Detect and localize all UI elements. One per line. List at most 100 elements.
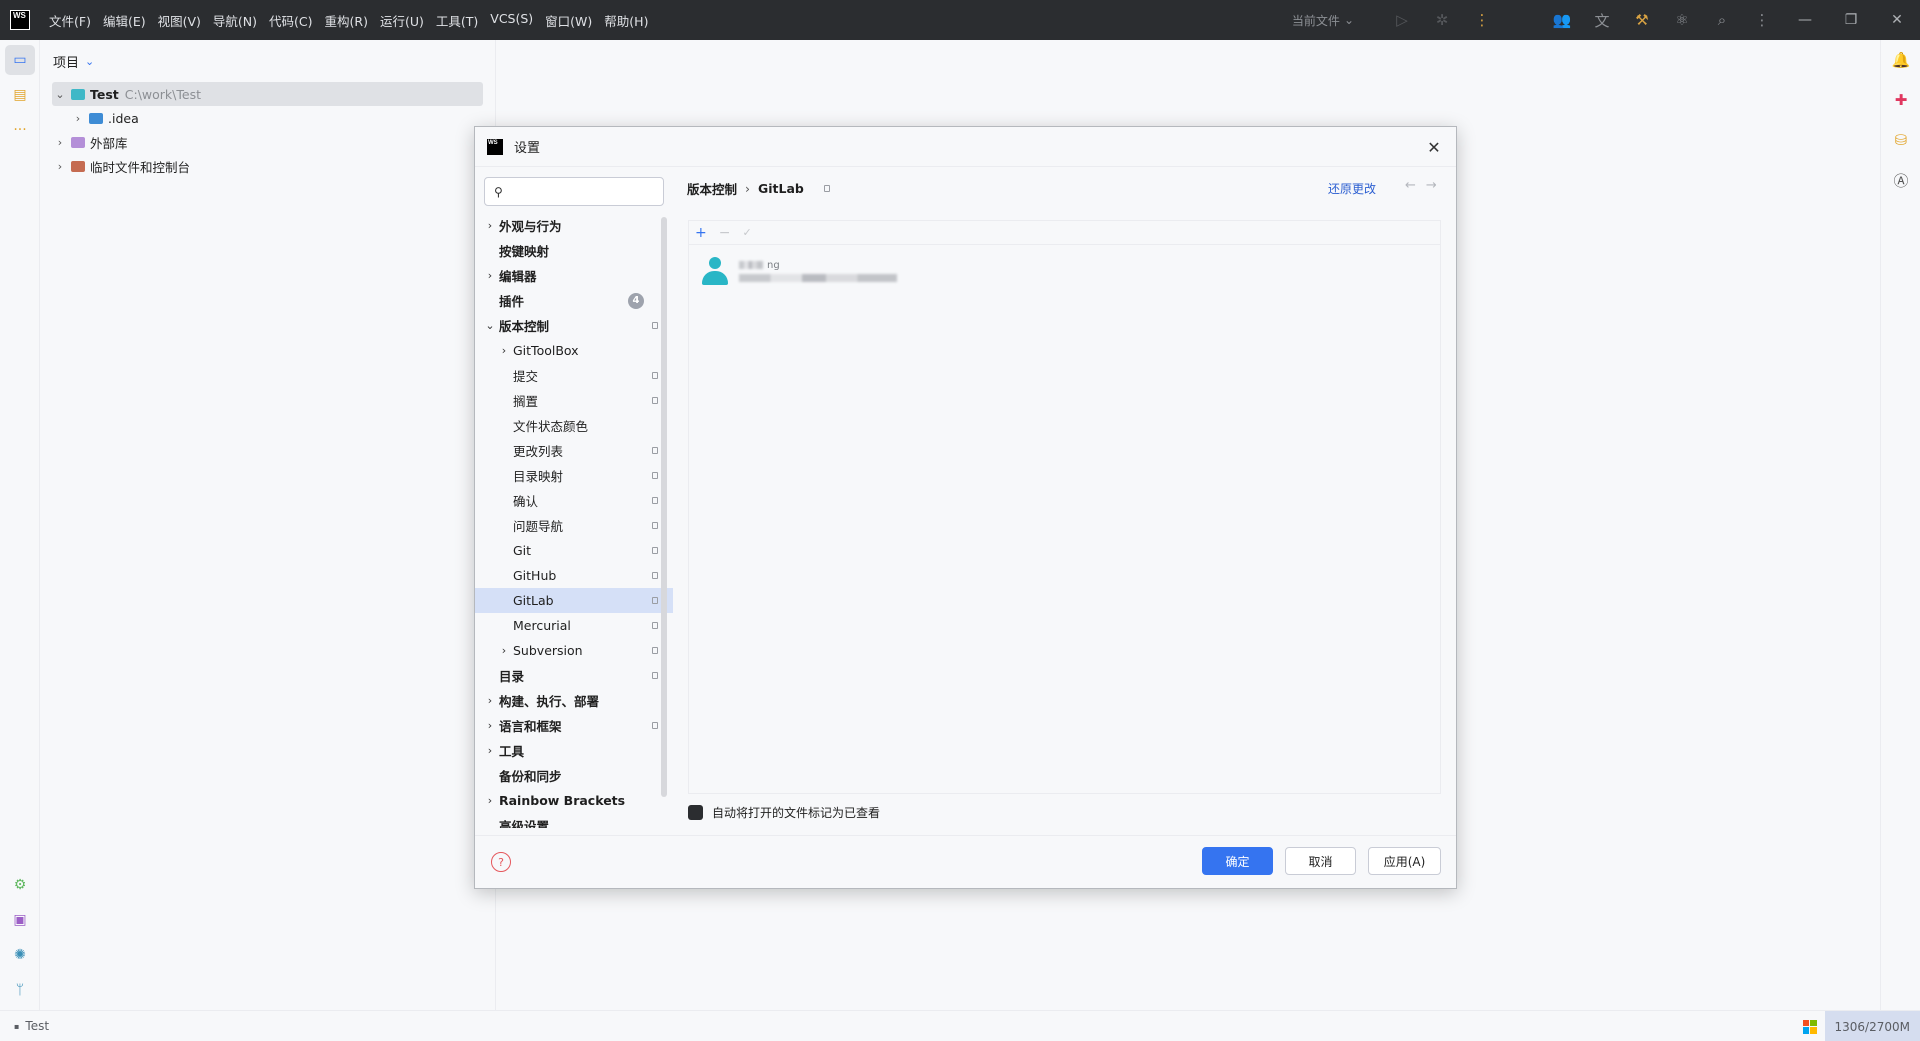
- chevron-right-icon[interactable]: ›: [495, 344, 513, 357]
- git-tool-button[interactable]: ᛘ: [5, 975, 35, 1005]
- ok-button[interactable]: 确定: [1202, 847, 1273, 875]
- reset-changes-link[interactable]: 还原更改: [1328, 180, 1376, 197]
- settings-nav-item[interactable]: 目录映射: [475, 463, 673, 488]
- close-icon[interactable]: ✕: [1874, 0, 1920, 40]
- settings-nav-item[interactable]: Mercurial: [475, 613, 673, 638]
- ai-chat-icon[interactable]: ✚: [1881, 80, 1920, 120]
- settings-nav-item[interactable]: 提交: [475, 363, 673, 388]
- settings-nav-item[interactable]: 问题导航: [475, 513, 673, 538]
- settings-nav-item[interactable]: › 构建、执行、部署: [475, 688, 673, 713]
- settings-nav-item[interactable]: 文件状态颜色: [475, 413, 673, 438]
- chevron-right-icon[interactable]: ›: [481, 694, 499, 707]
- close-icon[interactable]: ✕: [1420, 133, 1448, 161]
- database-icon[interactable]: ⛁: [1881, 120, 1920, 160]
- settings-nav-item[interactable]: 更改列表: [475, 438, 673, 463]
- restore-icon[interactable]: ❐: [1828, 0, 1874, 40]
- chevron-right-icon[interactable]: ›: [70, 112, 86, 125]
- nav-scrollbar[interactable]: [661, 217, 667, 797]
- debug-icon[interactable]: ✲: [1422, 0, 1462, 40]
- project-panel-header[interactable]: 项目 ⌄: [40, 40, 495, 82]
- auto-mark-checkbox[interactable]: [688, 805, 703, 820]
- menu-vcs[interactable]: VCS(S): [490, 11, 533, 30]
- auto-mark-viewed-option[interactable]: 自动将打开的文件标记为已查看: [688, 804, 880, 821]
- settings-nav-item[interactable]: › 语言和框架: [475, 713, 673, 738]
- search-icon[interactable]: ⌕: [1702, 0, 1742, 40]
- settings-nav-item[interactable]: › 外观与行为: [475, 213, 673, 238]
- settings-nav-item[interactable]: 目录: [475, 663, 673, 688]
- add-account-button[interactable]: +: [695, 225, 707, 241]
- build-tools-icon[interactable]: ⚒: [1622, 0, 1662, 40]
- settings-search-input[interactable]: ⚲: [484, 177, 664, 206]
- tree-item-scratches[interactable]: › 临时文件和控制台: [40, 154, 495, 178]
- remove-account-button[interactable]: −: [719, 225, 731, 241]
- terminal-tool-button[interactable]: ▣: [5, 905, 35, 935]
- menu-code[interactable]: 代码(C): [269, 11, 312, 30]
- chevron-right-icon[interactable]: ›: [481, 719, 499, 732]
- menu-help[interactable]: 帮助(H): [604, 11, 648, 30]
- settings-nav-item[interactable]: GitLab: [475, 588, 673, 613]
- settings-nav-item[interactable]: 高级设置: [475, 813, 673, 828]
- settings-nav-item[interactable]: ⌄ 版本控制: [475, 313, 673, 338]
- project-tool-button[interactable]: ▭: [5, 45, 35, 75]
- menu-refactor[interactable]: 重构(R): [325, 11, 368, 30]
- chevron-right-icon[interactable]: ›: [495, 644, 513, 657]
- settings-nav-item[interactable]: Git: [475, 538, 673, 563]
- run-icon[interactable]: ▷: [1382, 0, 1422, 40]
- apply-button[interactable]: 应用(A): [1368, 847, 1441, 875]
- account-row[interactable]: ng: [701, 257, 897, 287]
- structure-tool-button[interactable]: ▤: [5, 80, 35, 110]
- tree-item-external-libraries[interactable]: › 外部库: [40, 130, 495, 154]
- menu-run[interactable]: 运行(U): [380, 11, 424, 30]
- menu-view[interactable]: 视图(V): [158, 11, 201, 30]
- settings-nav-item[interactable]: › 工具: [475, 738, 673, 763]
- settings-nav-item[interactable]: › 编辑器: [475, 263, 673, 288]
- settings-nav-item[interactable]: 确认: [475, 488, 673, 513]
- webstorm-logo[interactable]: WS: [10, 10, 30, 30]
- memory-indicator[interactable]: 1306/2700M: [1824, 1011, 1920, 1041]
- menu-file[interactable]: 文件(F): [49, 11, 91, 30]
- settings-icon[interactable]: ⋮: [1742, 0, 1782, 40]
- tree-root-test[interactable]: ⌄ Test C:\work\Test: [52, 82, 483, 106]
- back-arrow-icon[interactable]: ←: [1405, 178, 1416, 193]
- chevron-down-icon[interactable]: ⌄: [52, 88, 68, 101]
- settings-nav-item[interactable]: GitHub: [475, 563, 673, 588]
- chevron-right-icon[interactable]: ›: [481, 269, 499, 282]
- settings-nav-item[interactable]: 备份和同步: [475, 763, 673, 788]
- settings-nav-item[interactable]: 搁置: [475, 388, 673, 413]
- dialog-title-bar[interactable]: WS 设置 ✕: [475, 127, 1456, 167]
- translate-icon[interactable]: 文: [1582, 0, 1622, 40]
- services-tool-button[interactable]: ⚙: [5, 870, 35, 900]
- more-icon[interactable]: ⋮: [1462, 0, 1502, 40]
- breadcrumb-parent[interactable]: 版本控制: [687, 179, 737, 198]
- menu-window[interactable]: 窗口(W): [545, 11, 592, 30]
- menu-edit[interactable]: 编辑(E): [103, 11, 146, 30]
- run-config-selector[interactable]: 当前文件 ⌄: [1292, 12, 1354, 29]
- settings-nav-item[interactable]: › Rainbow Brackets: [475, 788, 673, 813]
- set-default-button[interactable]: ✓: [742, 226, 751, 239]
- chevron-right-icon[interactable]: ›: [481, 744, 499, 757]
- help-icon[interactable]: ?: [491, 852, 511, 872]
- minimize-icon[interactable]: —: [1782, 0, 1828, 40]
- chevron-right-icon[interactable]: ›: [481, 219, 499, 232]
- chevron-right-icon[interactable]: ›: [52, 136, 68, 149]
- menu-navigate[interactable]: 导航(N): [213, 11, 257, 30]
- settings-nav-item[interactable]: › Subversion: [475, 638, 673, 663]
- cancel-button[interactable]: 取消: [1285, 847, 1356, 875]
- code-with-me-icon[interactable]: 👥: [1542, 0, 1582, 40]
- forward-arrow-icon[interactable]: →: [1426, 178, 1437, 193]
- font-icon[interactable]: Ⓐ: [1881, 160, 1920, 200]
- status-breadcrumb[interactable]: ▪ Test: [0, 1019, 49, 1033]
- settings-nav-item[interactable]: 按键映射: [475, 238, 673, 263]
- problems-tool-button[interactable]: ✺: [5, 940, 35, 970]
- main-menu: 文件(F) 编辑(E) 视图(V) 导航(N) 代码(C) 重构(R) 运行(U…: [49, 11, 660, 30]
- tree-item-idea[interactable]: › .idea: [40, 106, 495, 130]
- chevron-down-icon[interactable]: ⌄: [481, 319, 499, 332]
- chevron-right-icon[interactable]: ›: [52, 160, 68, 173]
- more-tools-button[interactable]: ···: [5, 115, 35, 145]
- ai-assistant-icon[interactable]: ⚛: [1662, 0, 1702, 40]
- chevron-right-icon[interactable]: ›: [481, 794, 499, 807]
- notifications-icon[interactable]: 🔔: [1881, 40, 1920, 80]
- menu-tools[interactable]: 工具(T): [436, 11, 478, 30]
- settings-nav-item[interactable]: › GitToolBox: [475, 338, 673, 363]
- settings-nav-item[interactable]: 插件 4: [475, 288, 673, 313]
